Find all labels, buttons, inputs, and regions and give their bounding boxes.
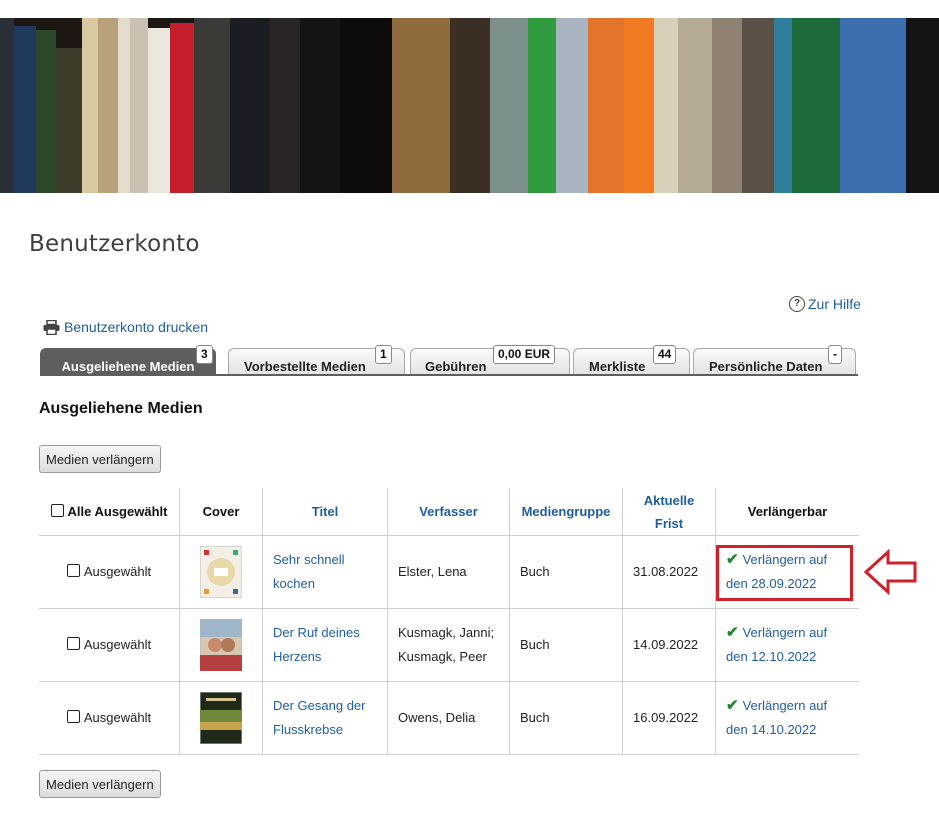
tab-label: Persönliche Daten <box>709 359 823 374</box>
select-cell[interactable]: Ausgewählt <box>39 608 180 682</box>
book-cover-image <box>200 619 242 671</box>
row-select-label: Ausgewählt <box>83 710 152 725</box>
cover-cell <box>179 535 263 609</box>
print-account-link[interactable]: Benutzerkonto drucken <box>43 319 208 335</box>
table-row: Ausgewählt Der Ruf deines Herzens Kusmagk… <box>39 608 859 682</box>
borrowed-media-table: Alle Ausgewählt Cover Titel Verfasser Me… <box>39 488 859 755</box>
book-cover-image <box>200 546 242 598</box>
title-line1: Sehr schnell <box>273 552 345 567</box>
title-line1: Der Gesang der <box>273 698 366 713</box>
row-checkbox[interactable] <box>66 637 80 650</box>
media-group-cell: Buch <box>509 535 623 609</box>
renew-line2: den 14.10.2022 <box>726 722 817 737</box>
tab-borrowed-media[interactable]: Ausgeliehene Medien 3 <box>40 345 216 375</box>
tabs-divider <box>40 374 858 376</box>
tab-count-badge: 3 <box>196 345 213 364</box>
author-line1: Kusmagk, Janni; <box>398 625 495 640</box>
title-line2: Herzens <box>273 649 322 664</box>
help-icon: ? <box>789 296 805 312</box>
cover-header: Cover <box>179 488 263 536</box>
media-group-cell: Buch <box>509 681 623 755</box>
tab-watchlist[interactable]: Merkliste 44 <box>573 345 690 375</box>
title-line1: Der Ruf deines <box>273 625 360 640</box>
renew-line1: Verlängern auf <box>742 625 828 640</box>
annotation-highlight-box <box>716 545 853 601</box>
book-cover-image <box>200 692 242 744</box>
author-line1: Elster, Lena <box>398 564 467 579</box>
renew-media-button-bottom[interactable]: Medien verlängern <box>39 770 161 798</box>
row-checkbox[interactable] <box>66 710 80 723</box>
renew-line2: den 12.10.2022 <box>726 649 817 664</box>
due-date-header-line2: Frist <box>654 515 684 531</box>
table-header-row: Alle Ausgewählt Cover Titel Verfasser Me… <box>39 488 859 536</box>
title-line2: kochen <box>273 576 315 591</box>
renew-link[interactable]: Verlängern auf den 14.10.2022 <box>726 698 827 737</box>
help-link[interactable]: ? Zur Hilfe <box>789 296 861 312</box>
account-tabs: Ausgeliehene Medien 3 Vorbestellte Medie… <box>40 344 860 376</box>
author-cell: Elster, Lena <box>387 535 510 609</box>
cover-cell <box>179 608 263 682</box>
select-cell[interactable]: Ausgewählt <box>39 681 180 755</box>
checkmark-icon: ✔ <box>726 697 739 714</box>
due-date-cell: 31.08.2022 <box>622 535 716 609</box>
renew-cell[interactable]: ✔ Verlängern auf den 12.10.2022 <box>715 608 859 682</box>
due-date-cell: 14.09.2022 <box>622 608 716 682</box>
title-cell[interactable]: Der Gesang der Flusskrebse <box>262 681 388 755</box>
cover-cell <box>179 681 263 755</box>
tab-count-badge: 1 <box>375 345 392 364</box>
page-title: Benutzerkonto <box>29 231 200 257</box>
printer-icon <box>43 319 60 335</box>
select-all-checkbox[interactable] <box>50 504 64 517</box>
renew-cell[interactable]: ✔ Verlängern auf den 14.10.2022 <box>715 681 859 755</box>
table-row: Ausgewählt Der Gesang der Flusskrebse Owe… <box>39 681 859 755</box>
tab-label: Merkliste <box>589 359 646 374</box>
tab-label: Gebühren <box>425 359 487 374</box>
due-date-header[interactable]: Aktuelle Frist <box>622 488 716 536</box>
tab-count-badge: - <box>828 345 842 364</box>
arrow-left-icon <box>864 549 917 595</box>
title-header[interactable]: Titel <box>262 488 388 536</box>
title-cell[interactable]: Sehr schnell kochen <box>262 535 388 609</box>
renew-line1: Verlängern auf <box>742 698 828 713</box>
row-select-label: Ausgewählt <box>83 637 152 652</box>
due-date-cell: 16.09.2022 <box>622 681 716 755</box>
checkmark-icon: ✔ <box>726 624 739 641</box>
row-checkbox[interactable] <box>66 564 80 577</box>
author-line1: Owens, Delia <box>398 710 476 725</box>
title-cell[interactable]: Der Ruf deines Herzens <box>262 608 388 682</box>
media-group-header[interactable]: Mediengruppe <box>509 488 623 536</box>
section-title: Ausgeliehene Medien <box>39 400 203 417</box>
header-banner-image <box>0 18 939 193</box>
due-date-header-line1: Aktuelle <box>643 492 695 508</box>
tab-count-badge: 44 <box>653 345 677 364</box>
renewable-header: Verlängerbar <box>715 488 859 536</box>
tab-label: Vorbestellte Medien <box>244 359 366 374</box>
tab-personal-data[interactable]: Persönliche Daten - <box>693 345 856 375</box>
tab-count-badge: 0,00 EUR <box>493 345 556 364</box>
renew-link[interactable]: Verlängern auf den 12.10.2022 <box>726 625 827 664</box>
title-line2: Flusskrebse <box>273 722 344 737</box>
title-link[interactable]: Der Ruf deines Herzens <box>273 625 360 664</box>
media-group-cell: Buch <box>509 608 623 682</box>
title-link[interactable]: Sehr schnell kochen <box>273 552 345 591</box>
author-line2: Kusmagk, Peer <box>398 649 487 664</box>
print-link-label: Benutzerkonto drucken <box>64 319 208 335</box>
author-cell: Kusmagk, Janni; Kusmagk, Peer <box>387 608 510 682</box>
tab-fees[interactable]: Gebühren 0,00 EUR <box>410 345 570 375</box>
tab-label: Ausgeliehene Medien <box>61 359 195 374</box>
select-cell[interactable]: Ausgewählt <box>39 535 180 609</box>
title-link[interactable]: Der Gesang der Flusskrebse <box>273 698 366 737</box>
renew-media-button-top[interactable]: Medien verlängern <box>39 445 161 473</box>
select-all-label: Alle Ausgewählt <box>67 504 168 519</box>
author-cell: Owens, Delia <box>387 681 510 755</box>
author-header[interactable]: Verfasser <box>387 488 510 536</box>
row-select-label: Ausgewählt <box>83 564 152 579</box>
tab-reserved-media[interactable]: Vorbestellte Medien 1 <box>228 345 405 375</box>
help-link-label: Zur Hilfe <box>808 296 861 312</box>
select-all-header[interactable]: Alle Ausgewählt <box>39 488 180 536</box>
